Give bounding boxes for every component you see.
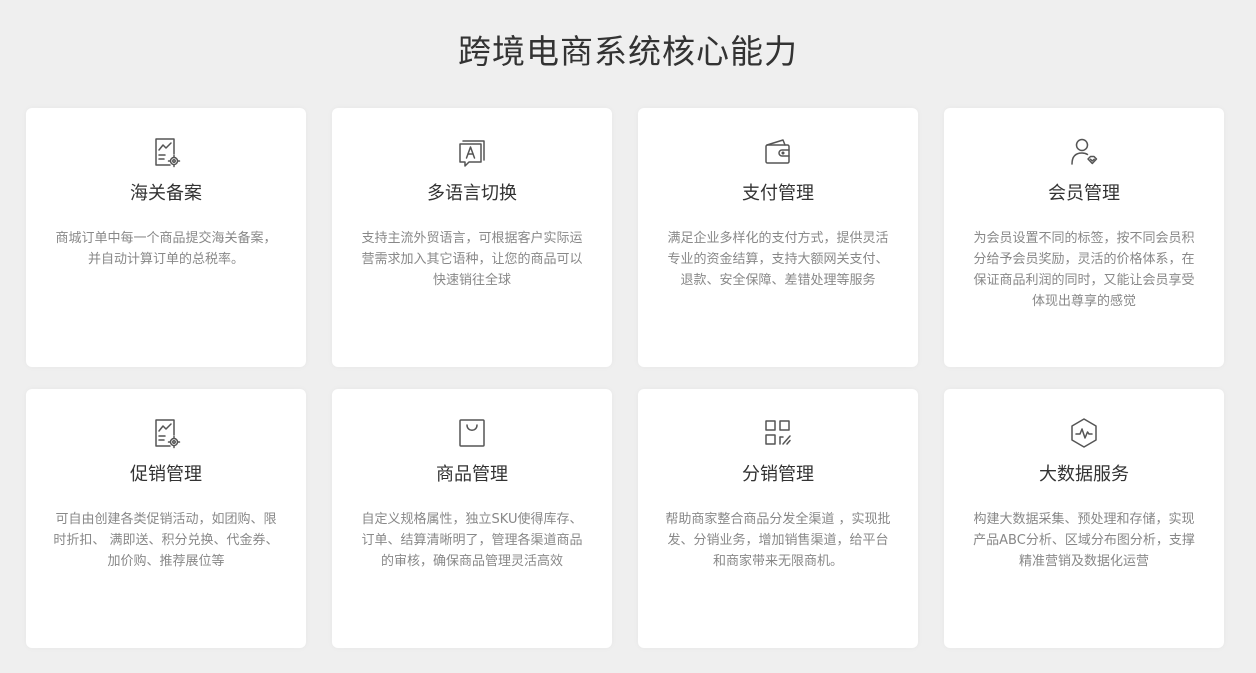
card-description: 商城订单中每一个商品提交海关备案，并自动计算订单的总税率。 [55,231,277,267]
card-description: 满足企业多样化的支付方式，提供灵活专业的资金结算，支持大额网关支付、退款、安全保… [667,231,889,288]
capability-card-product[interactable]: 商品管理 自定义规格属性，独立SKU使得库存、订单、结算清晰明了，管理各渠道商品… [332,389,612,648]
member-icon [1066,134,1102,170]
card-description: 自定义规格属性，独立SKU使得库存、订单、结算清晰明了，管理各渠道商品的审核，确… [361,512,583,569]
card-description: 可自由创建各类促销活动，如团购、限时折扣、 满即送、积分兑换、代金券、 加价购、… [53,512,279,569]
page: 跨境电商系统核心能力 海关备案 商城订单中每一个商品提交海关备案，并自动计算订单… [0,0,1256,673]
hexagon-pulse-icon [1066,415,1102,451]
capability-card-bigdata[interactable]: 大数据服务 构建大数据采集、预处理和存储，实现产品ABC分析、区域分布图分析，支… [944,389,1224,648]
card-title: 促销管理 [130,464,202,485]
card-title: 支付管理 [742,183,814,204]
card-title: 海关备案 [130,183,202,204]
card-title: 多语言切换 [427,183,517,204]
card-description: 构建大数据采集、预处理和存储，实现产品ABC分析、区域分布图分析，支撑精准营销及… [973,512,1195,569]
document-chart-gear-icon [148,415,184,451]
card-title: 分销管理 [742,464,814,485]
capability-grid: 海关备案 商城订单中每一个商品提交海关备案，并自动计算订单的总税率。 多语言切换… [26,108,1224,648]
card-description: 为会员设置不同的标签，按不同会员积分给予会员奖励，灵活的价格体系，在保证商品利润… [973,231,1195,309]
card-title: 商品管理 [436,464,508,485]
shopping-bag-icon [454,415,490,451]
capability-card-customs[interactable]: 海关备案 商城订单中每一个商品提交海关备案，并自动计算订单的总税率。 [26,108,306,367]
card-title: 会员管理 [1048,183,1120,204]
card-description: 帮助商家整合商品分发全渠道 ，实现批发、分销业务，增加销售渠道，给平台和商家带来… [665,512,891,569]
capability-card-language[interactable]: 多语言切换 支持主流外贸语言，可根据客户实际运营需求加入其它语种，让您的商品可以… [332,108,612,367]
capability-card-payment[interactable]: 支付管理 满足企业多样化的支付方式，提供灵活专业的资金结算，支持大额网关支付、退… [638,108,918,367]
capability-card-member[interactable]: 会员管理 为会员设置不同的标签，按不同会员积分给予会员奖励，灵活的价格体系，在保… [944,108,1224,367]
translate-icon [454,134,490,170]
wallet-icon [760,134,796,170]
capability-card-promotion[interactable]: 促销管理 可自由创建各类促销活动，如团购、限时折扣、 满即送、积分兑换、代金券、… [26,389,306,648]
page-title: 跨境电商系统核心能力 [458,32,798,71]
grid-share-icon [760,415,796,451]
card-description: 支持主流外贸语言，可根据客户实际运营需求加入其它语种，让您的商品可以快速销往全球 [361,231,583,288]
capability-card-distribution[interactable]: 分销管理 帮助商家整合商品分发全渠道 ，实现批发、分销业务，增加销售渠道，给平台… [638,389,918,648]
document-chart-gear-icon [148,134,184,170]
card-title: 大数据服务 [1039,464,1129,485]
